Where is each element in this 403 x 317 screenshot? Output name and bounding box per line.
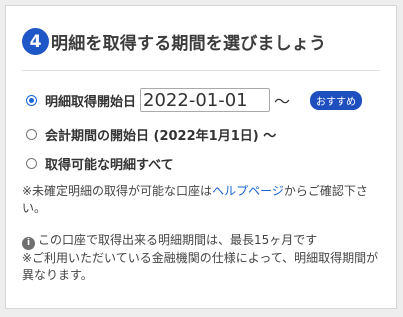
help-page-link[interactable]: ヘルプページ — [212, 184, 284, 198]
option-all-statements-label[interactable]: 取得可能な明細すべて — [45, 154, 174, 173]
step-title: 明細を取得する期間を選びましょう — [51, 34, 327, 54]
period-info-note: i この口座で取得出来る明細期間は、最長15ヶ月です ※ご利用いただいている金融機… — [22, 232, 388, 284]
start-date-input[interactable] — [140, 88, 271, 112]
radio-start-date[interactable] — [26, 94, 37, 106]
option-start-date-label[interactable]: 明細取得開始日 — [45, 91, 136, 110]
option-all-statements[interactable]: 取得可能な明細すべて — [26, 154, 174, 173]
radio-fiscal-start[interactable] — [26, 129, 37, 140]
period-limit-text: この口座で取得出来る明細期間は、最長15ヶ月です — [38, 233, 318, 247]
step-number-badge: 4 — [22, 28, 49, 55]
recommended-badge: おすすめ — [310, 90, 363, 110]
institution-note-text: ※ご利用いただいている金融機関の仕様によって、明細取得期間が異なります。 — [22, 251, 379, 282]
range-tilde: 〜 — [274, 92, 291, 111]
step-header: 4 明細を取得する期間を選びましょう — [22, 28, 326, 55]
radio-all-statements[interactable] — [26, 158, 37, 169]
unconfirmed-note: ※未確定明細の取得が可能な口座はヘルプページからご確認下さい。 — [22, 183, 388, 217]
option-start-date[interactable]: 明細取得開始日 〜 おすすめ — [26, 88, 363, 112]
unconfirmed-note-prefix: ※未確定明細の取得が可能な口座は — [22, 184, 213, 198]
divider — [22, 70, 380, 71]
period-selection-card: 4 明細を取得する期間を選びましょう 明細取得開始日 〜 おすすめ 会計期間の開… — [5, 5, 397, 309]
option-fiscal-start-label[interactable]: 会計期間の開始日 (2022年1月1日) 〜 — [45, 125, 276, 144]
info-icon: i — [22, 237, 35, 250]
option-fiscal-start[interactable]: 会計期間の開始日 (2022年1月1日) 〜 — [26, 125, 276, 144]
